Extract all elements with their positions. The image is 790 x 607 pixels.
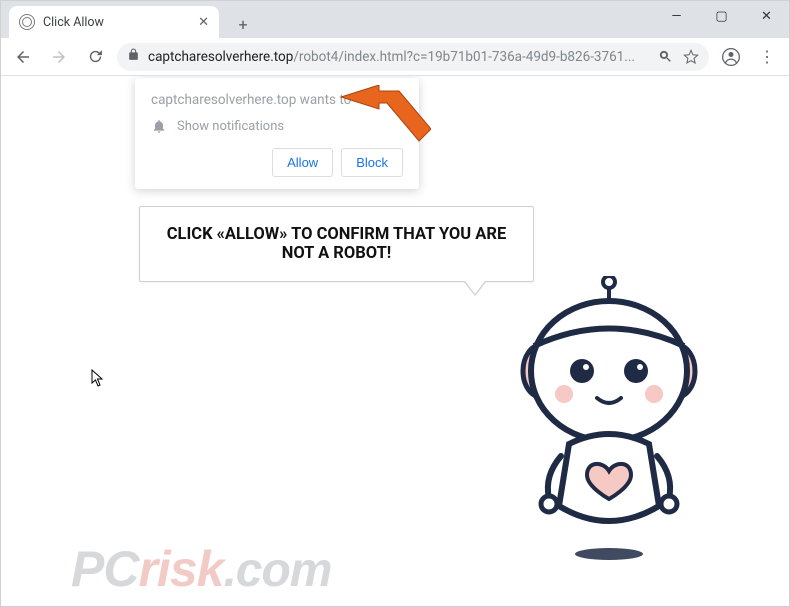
menu-button[interactable]: ⋮ bbox=[753, 43, 781, 71]
minimize-button[interactable]: — bbox=[654, 1, 699, 31]
close-window-button[interactable]: ✕ bbox=[744, 1, 789, 31]
watermark-c: C bbox=[103, 541, 138, 597]
url-host: captcharesolverhere.top bbox=[148, 49, 293, 65]
url-text: captcharesolverhere.top/robot4/index.htm… bbox=[148, 49, 635, 65]
arrow-left-icon bbox=[14, 48, 32, 66]
forward-button[interactable] bbox=[45, 43, 73, 71]
watermark-dom: .com bbox=[223, 544, 331, 597]
address-bar[interactable]: captcharesolverhere.top/robot4/index.htm… bbox=[117, 43, 709, 71]
reload-button[interactable] bbox=[81, 43, 109, 71]
search-icon[interactable] bbox=[658, 49, 673, 64]
block-button[interactable]: Block bbox=[341, 148, 403, 177]
tab-title: Click Allow bbox=[43, 15, 104, 30]
url-path: /robot4/index.html?c=19b71b01-736a-49d9-… bbox=[293, 49, 635, 65]
watermark-risk: risk bbox=[138, 541, 223, 597]
notification-permission-popup: captcharesolverhere.top wants to ✕ Show … bbox=[135, 78, 419, 189]
permission-origin-text: captcharesolverhere.top wants to bbox=[151, 92, 351, 108]
robot-illustration bbox=[489, 276, 729, 566]
reload-icon bbox=[87, 48, 104, 65]
tab-strip: Click Allow ✕ + — ▢ ✕ bbox=[1, 1, 789, 38]
allow-button[interactable]: Allow bbox=[272, 148, 333, 177]
instruction-speech-bubble: CLICK «ALLOW» TO CONFIRM THAT YOU ARE NO… bbox=[139, 206, 534, 282]
maximize-button[interactable]: ▢ bbox=[699, 1, 744, 31]
window-controls: — ▢ ✕ bbox=[654, 1, 789, 31]
permission-close-button[interactable]: ✕ bbox=[391, 92, 403, 106]
arrow-right-icon bbox=[50, 48, 68, 66]
watermark-text: PCrisk.com bbox=[71, 540, 331, 598]
browser-toolbar: captcharesolverhere.top/robot4/index.htm… bbox=[1, 38, 789, 76]
star-icon[interactable] bbox=[683, 49, 699, 65]
profile-button[interactable] bbox=[717, 43, 745, 71]
tab-close-icon[interactable]: ✕ bbox=[198, 15, 209, 30]
lock-icon bbox=[127, 48, 140, 65]
omnibox-actions bbox=[658, 49, 699, 65]
profile-icon bbox=[721, 47, 741, 67]
browser-tab[interactable]: Click Allow ✕ bbox=[9, 6, 219, 38]
permission-item-label: Show notifications bbox=[177, 119, 284, 134]
new-tab-button[interactable]: + bbox=[229, 10, 257, 38]
mouse-cursor-icon bbox=[91, 369, 105, 387]
globe-icon bbox=[19, 14, 35, 30]
watermark-p: P bbox=[71, 541, 103, 597]
back-button[interactable] bbox=[9, 43, 37, 71]
bell-icon bbox=[151, 118, 167, 134]
instruction-text: CLICK «ALLOW» TO CONFIRM THAT YOU ARE NO… bbox=[167, 225, 506, 263]
page-content: captcharesolverhere.top wants to ✕ Show … bbox=[1, 76, 789, 606]
